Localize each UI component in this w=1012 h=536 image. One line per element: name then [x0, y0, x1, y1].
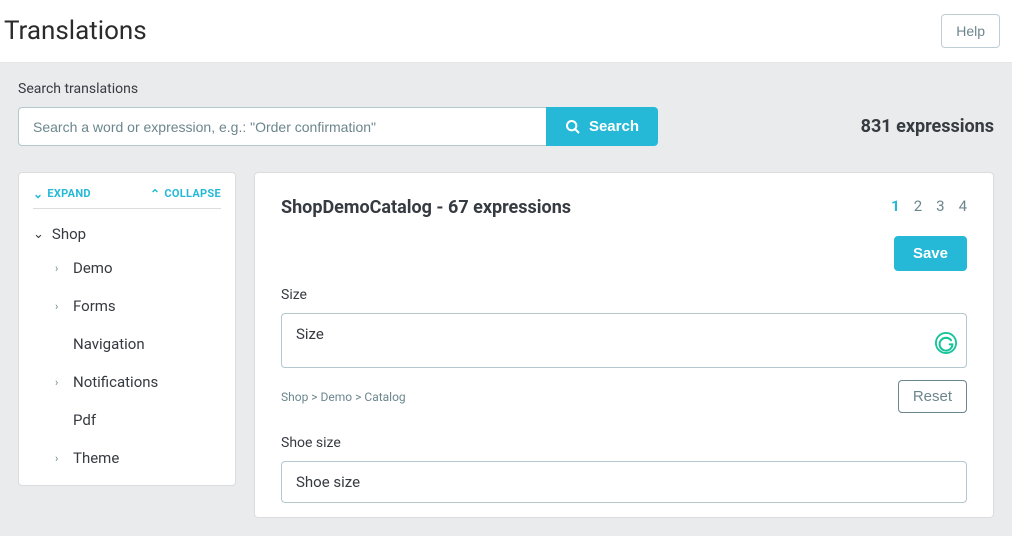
search-button-label: Search: [589, 118, 639, 135]
breadcrumb: Shop > Demo > Catalog: [281, 390, 406, 404]
chevron-down-icon: ⌄: [33, 227, 44, 242]
page-link-1[interactable]: 1: [891, 197, 900, 215]
collapse-all-button[interactable]: ⌃ COLLAPSE: [150, 187, 221, 200]
tree-root-label: Shop: [52, 225, 86, 243]
translation-input[interactable]: [281, 461, 967, 503]
expression-count: 831 expressions: [861, 116, 994, 137]
page-link-4[interactable]: 4: [959, 197, 967, 215]
help-button[interactable]: Help: [941, 14, 1000, 48]
field-label: Shoe size: [281, 435, 967, 451]
main-panel: ShopDemoCatalog - 67 expressions 1234 Sa…: [254, 172, 994, 518]
main-title: ShopDemoCatalog - 67 expressions: [281, 197, 571, 218]
collapse-label: COLLAPSE: [164, 187, 221, 200]
search-label: Search translations: [18, 81, 994, 97]
chevron-right-icon: ›: [55, 376, 65, 389]
sidebar-item-theme[interactable]: › Theme: [55, 439, 221, 477]
page-link-2[interactable]: 2: [914, 197, 922, 215]
chevron-down-icon: ⌄: [33, 188, 43, 200]
sidebar-item-label: Navigation: [73, 335, 145, 353]
grammarly-icon: [935, 332, 957, 354]
sidebar-item-notifications[interactable]: › Notifications: [55, 363, 221, 401]
tree-root-shop[interactable]: ⌄ Shop: [33, 219, 221, 249]
sidebar-item-label: Pdf: [73, 411, 96, 429]
search-button[interactable]: Search: [546, 107, 658, 146]
chevron-up-icon: ⌃: [150, 188, 160, 200]
page-link-3[interactable]: 3: [936, 197, 944, 215]
sidebar-item-navigation[interactable]: ›Navigation: [55, 325, 221, 363]
sidebar-item-label: Theme: [73, 449, 119, 467]
expand-all-button[interactable]: ⌄ EXPAND: [33, 187, 91, 200]
sidebar-item-label: Notifications: [73, 373, 158, 391]
sidebar-item-pdf[interactable]: ›Pdf: [55, 401, 221, 439]
pagination: 1234: [891, 197, 967, 215]
page-title: Translations: [4, 16, 147, 46]
sidebar: ⌄ EXPAND ⌃ COLLAPSE ⌄ Shop ›Demo›Forms›N…: [18, 172, 236, 486]
sidebar-item-forms[interactable]: › Forms: [55, 287, 221, 325]
reset-button[interactable]: Reset: [898, 380, 967, 413]
translation-input[interactable]: [281, 313, 967, 368]
sidebar-item-demo[interactable]: › Demo: [55, 249, 221, 287]
sidebar-item-label: Forms: [73, 297, 116, 315]
chevron-right-icon: ›: [55, 262, 65, 275]
sidebar-item-label: Demo: [73, 259, 113, 277]
save-button[interactable]: Save: [894, 236, 967, 271]
search-panel: Search translations Search 831 expressio…: [0, 63, 1012, 172]
field-label: Size: [281, 287, 967, 303]
chevron-right-icon: ›: [55, 300, 65, 313]
chevron-right-icon: ›: [55, 452, 65, 465]
search-input[interactable]: [18, 107, 546, 146]
search-icon: [565, 119, 581, 135]
expand-label: EXPAND: [47, 187, 90, 200]
